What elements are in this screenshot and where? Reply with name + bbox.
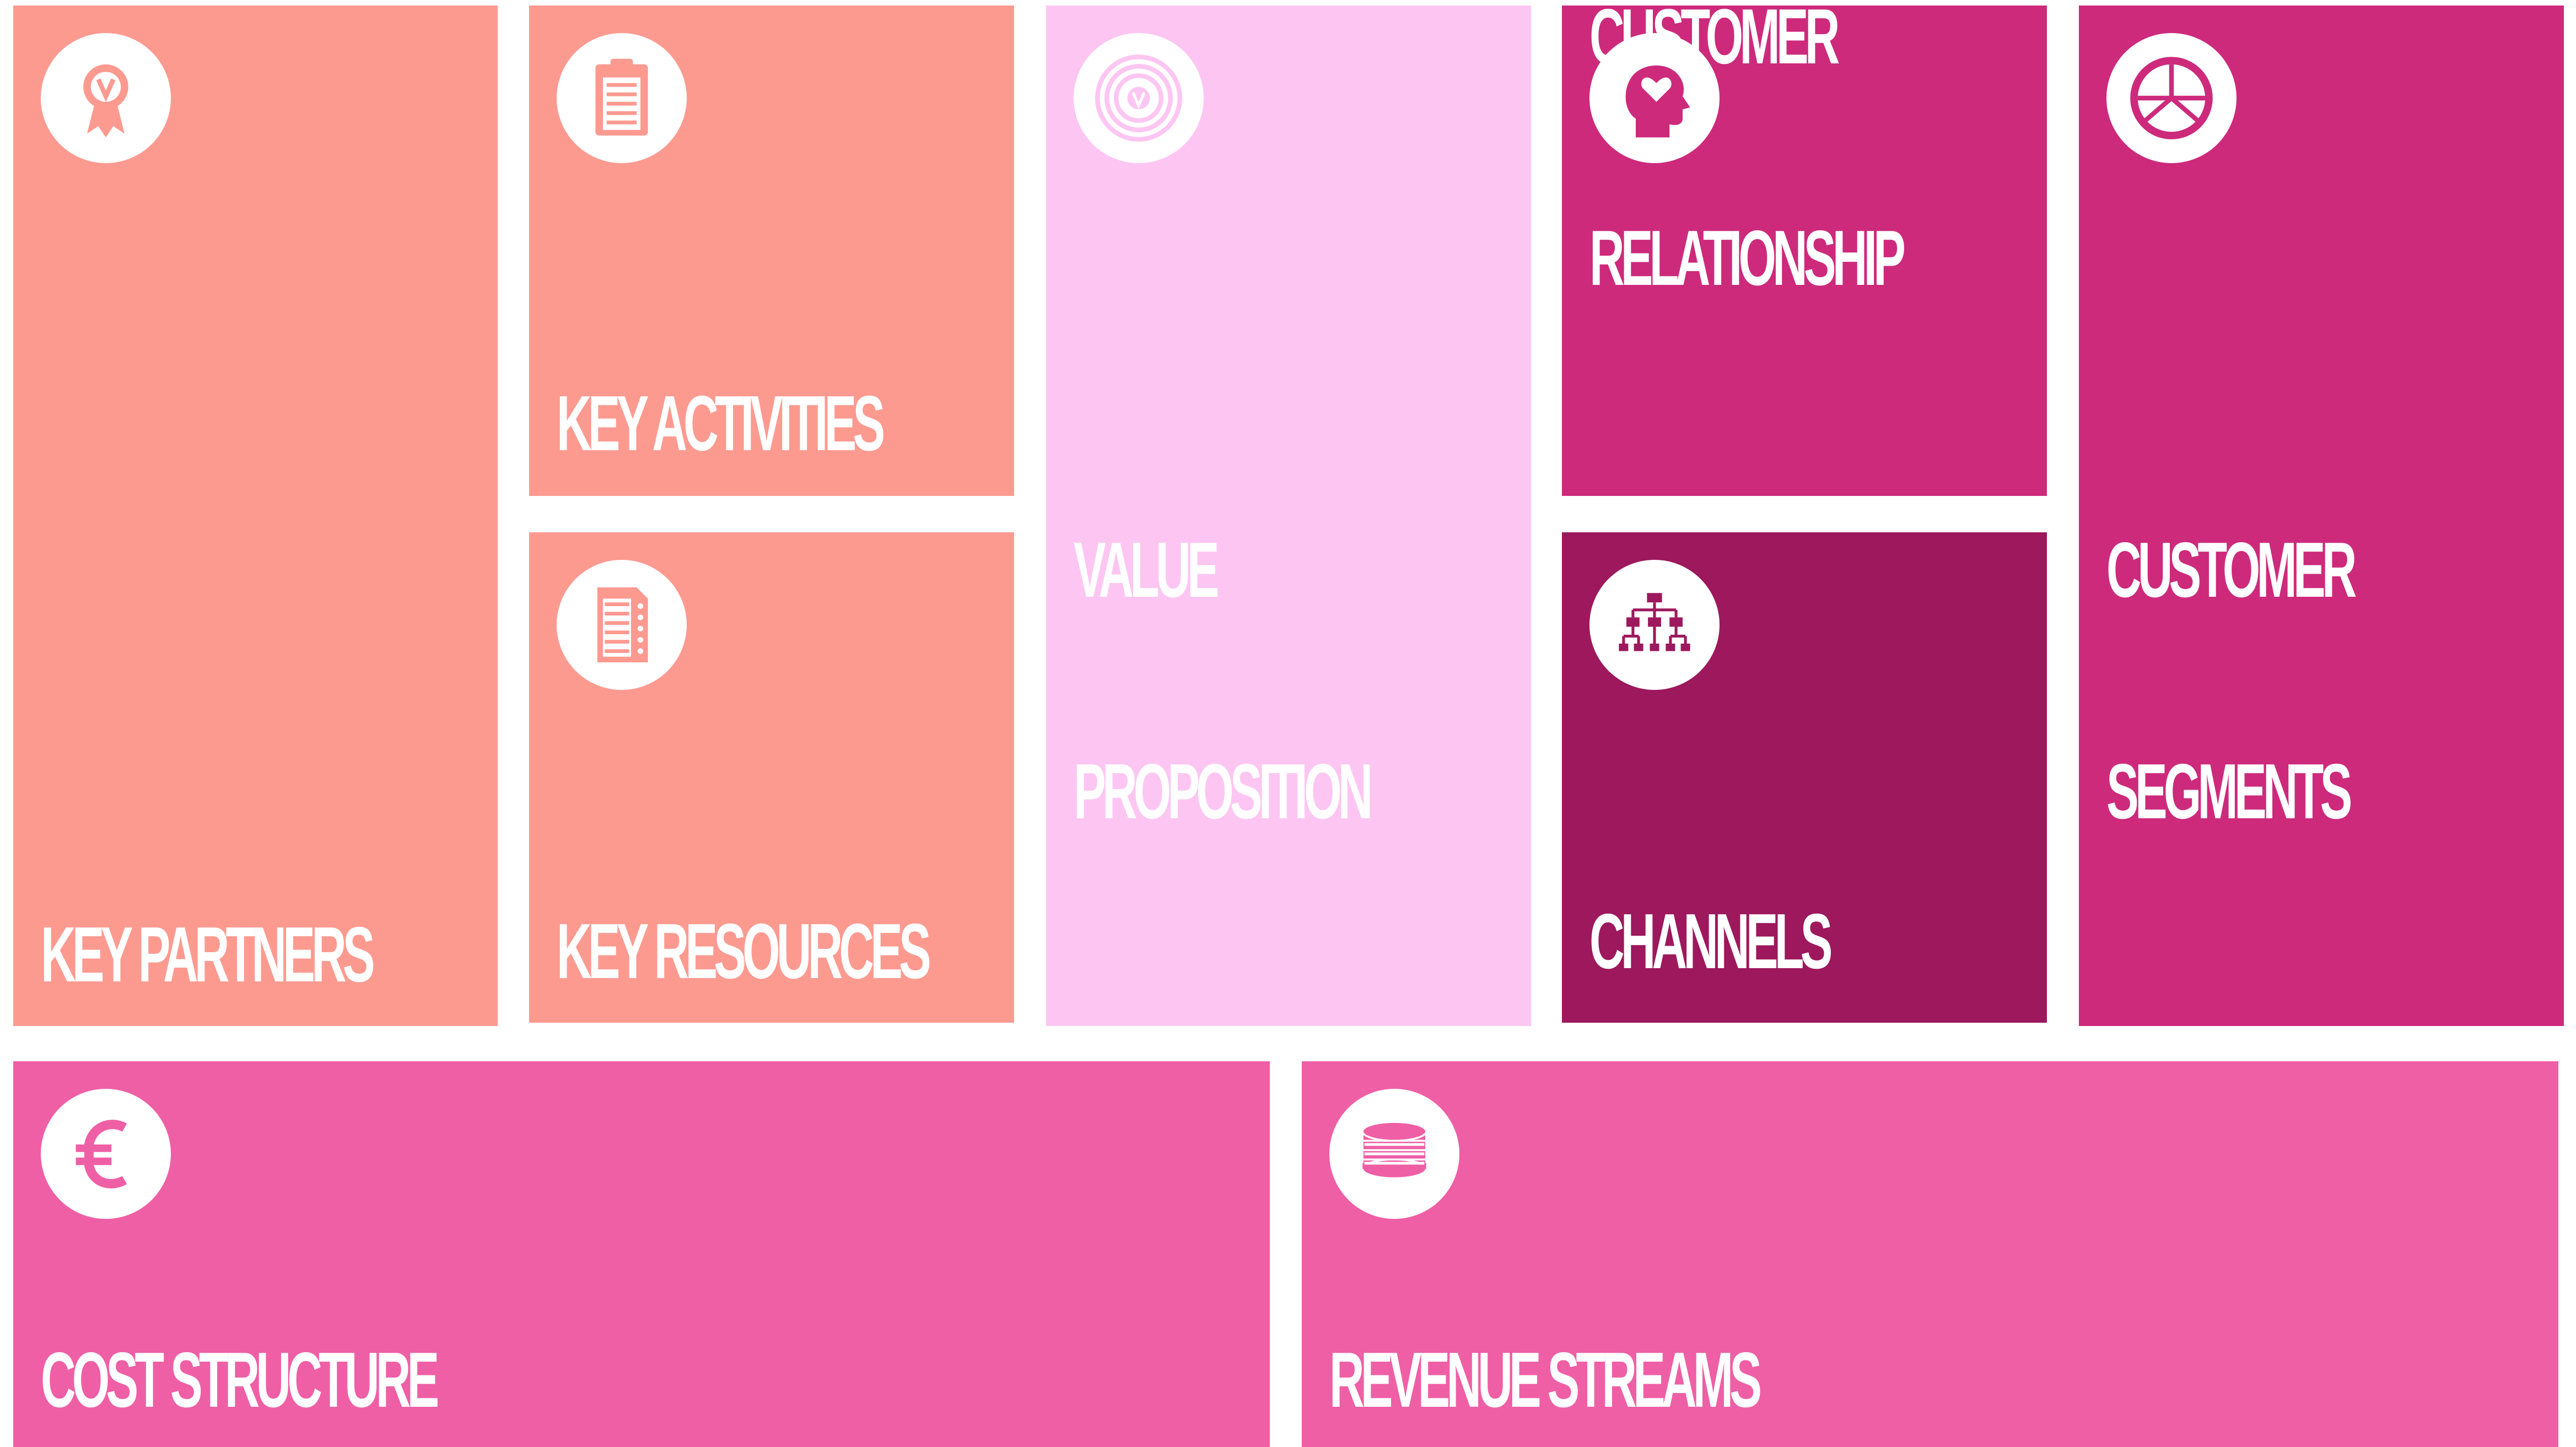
block-title: KEY PARTNERS	[41, 911, 375, 998]
euro-icon	[41, 1089, 171, 1219]
block-title-line: CUSTOMER	[2106, 526, 2357, 614]
block-title-line: VALUE	[1074, 526, 1220, 614]
target-icon	[1074, 33, 1204, 163]
block-title-line: RELATIONSHIP	[1589, 214, 1906, 302]
document-list-icon	[557, 560, 687, 690]
key-activities-block[interactable]: KEY ACTIVITIES	[529, 6, 1014, 496]
cost-structure-block[interactable]: COST STRUCTURE	[13, 1061, 1270, 1447]
award-ribbon-icon	[41, 33, 171, 163]
block-title: CHANNELS	[1589, 898, 1833, 985]
customer-segments-block[interactable]: CUSTOMER SEGMENTS	[2079, 6, 2564, 1026]
block-title-line: SEGMENTS	[2106, 748, 2352, 835]
block-title-line: PROPOSITION	[1074, 748, 1373, 835]
pie-chart-icon	[2106, 33, 2237, 163]
block-title: CUSTOMER RELATIONSHIP	[1589, 0, 1906, 443]
key-partners-block[interactable]: KEY PARTNERS	[13, 6, 498, 1026]
coin-stack-icon	[1329, 1089, 1459, 1219]
block-title: REVENUE STREAMS	[1329, 1336, 1762, 1424]
block-title-line: CUSTOMER	[1589, 0, 1840, 80]
block-title: COST STRUCTURE	[41, 1336, 439, 1424]
revenue-streams-block[interactable]: REVENUE STREAMS	[1302, 1061, 2558, 1447]
block-title: KEY RESOURCES	[557, 908, 931, 995]
value-proposition-block[interactable]: VALUE PROPOSITION	[1046, 6, 1531, 1026]
channels-block[interactable]: CHANNELS	[1562, 532, 2047, 1023]
org-chart-icon	[1589, 560, 1720, 690]
block-title: KEY ACTIVITIES	[557, 380, 885, 467]
block-title: VALUE PROPOSITION	[1074, 386, 1373, 976]
block-title: CUSTOMER SEGMENTS	[2106, 386, 2357, 976]
key-resources-block[interactable]: KEY RESOURCES	[529, 532, 1014, 1023]
customer-relationship-block[interactable]: CUSTOMER RELATIONSHIP	[1562, 0, 2047, 496]
clipboard-icon	[557, 33, 687, 163]
